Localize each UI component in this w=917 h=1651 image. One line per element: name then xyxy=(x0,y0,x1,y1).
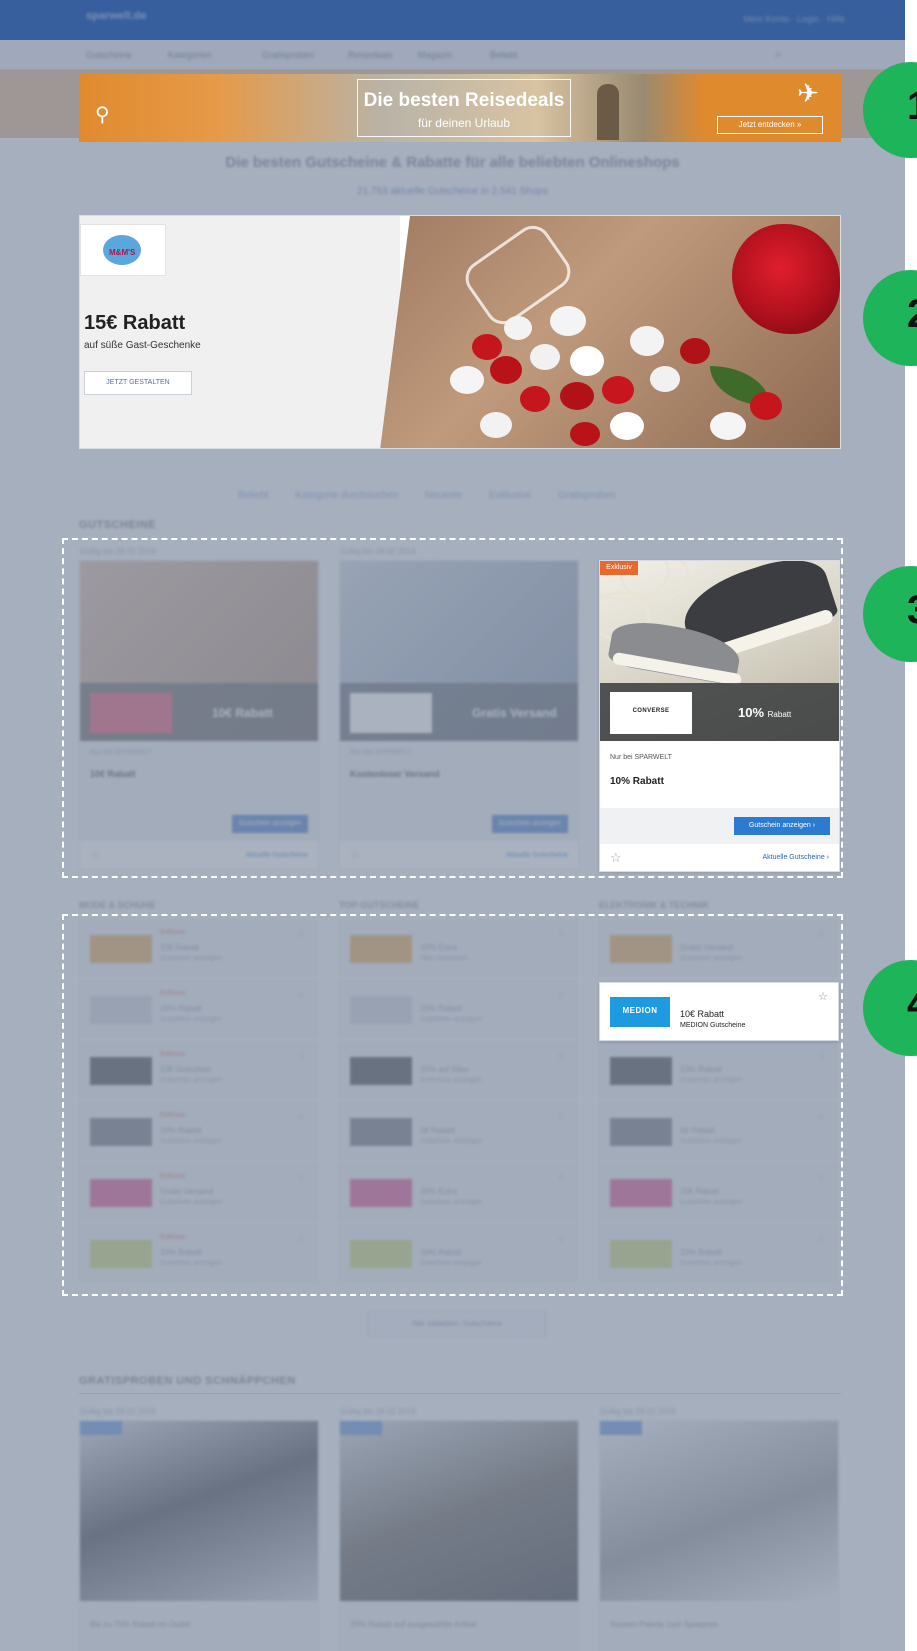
sub-navigation: Gutscheine Kategorien Gratisproben Reise… xyxy=(0,40,905,70)
brand-logo: M&M'S xyxy=(80,224,166,276)
promo-subtitle: auf süße Gast-Geschenke xyxy=(84,340,201,351)
tab-gratisproben[interactable]: Gratisproben xyxy=(558,490,616,501)
candy xyxy=(520,386,550,412)
candy xyxy=(602,376,634,404)
site-header: sparwelt.de Mein Konto · Login · Hilfe xyxy=(0,0,905,40)
candy xyxy=(570,422,600,446)
deal-validity: Gültig bis 28.02.2019 xyxy=(80,1407,156,1416)
subnav-item[interactable]: Magazin xyxy=(418,50,452,60)
column-heading: MODE & SCHUHE xyxy=(79,900,156,910)
marker-number: 2 xyxy=(907,292,917,337)
rose-image xyxy=(732,224,840,334)
brand-logo-text: M&M'S xyxy=(109,248,136,257)
candy xyxy=(560,382,594,410)
subnav-item[interactable]: Reisedeals xyxy=(348,50,393,60)
promo-photo xyxy=(380,216,840,448)
candy xyxy=(472,334,502,360)
travel-deals-banner[interactable]: ⚲ Die besten Reisedeals für deinen Urlau… xyxy=(79,74,841,142)
deal-badge xyxy=(340,1421,382,1435)
page-subtitle[interactable]: 21.753 aktuelle Gutscheine in 2.541 Shop… xyxy=(0,186,905,197)
category-tabs: Beliebt Kategorie durchsuchen Neueste Ex… xyxy=(238,490,640,501)
candy xyxy=(530,344,560,370)
promo-title: 15€ Rabatt xyxy=(84,312,186,334)
promo-banner[interactable]: M&M'S 15€ Rabatt auf süße Gast-Geschenke… xyxy=(79,215,841,449)
subnav-item[interactable]: Gratisproben xyxy=(262,50,314,60)
deal-badge xyxy=(80,1421,122,1435)
deal-image xyxy=(600,1421,838,1601)
traveler-figure xyxy=(597,84,619,140)
subnav-item[interactable]: Gutscheine xyxy=(86,50,132,60)
candy xyxy=(680,338,710,364)
candy xyxy=(610,412,644,440)
candy xyxy=(480,412,512,438)
tab-beliebt[interactable]: Beliebt xyxy=(238,490,269,501)
deals-section-title: GRATISPROBEN UND SCHNÄPPCHEN xyxy=(79,1375,296,1387)
coupons-section-title: GUTSCHEINE xyxy=(79,519,157,531)
candy xyxy=(490,356,522,384)
deal-text: Bis zu 70% Rabatt im Outlet xyxy=(90,1620,191,1629)
airplane-icon: ✈ xyxy=(797,78,819,108)
travel-banner-subtitle: für deinen Urlaub xyxy=(417,116,511,130)
page-title: Die besten Gutscheine & Rabatte für alle… xyxy=(225,154,680,171)
deal-badge xyxy=(600,1421,642,1435)
brand-logo-mark: M&M'S xyxy=(103,235,141,265)
deal-validity: Gültig bis 28.02.2019 xyxy=(600,1407,676,1416)
deal-card[interactable]: Gültig bis 28.02.2019 Bis zu 70% Rabatt … xyxy=(79,1407,319,1651)
page: sparwelt.de Mein Konto · Login · Hilfe G… xyxy=(0,0,905,1651)
candy xyxy=(550,306,586,336)
deal-text: Socken-Pakete zum Sparpreis xyxy=(610,1620,719,1629)
travel-banner-textbox: Die besten Reisedeals für deinen Urlaub xyxy=(357,79,571,137)
tab-neueste[interactable]: Neueste xyxy=(425,490,462,501)
candy xyxy=(450,366,484,394)
subnav-item[interactable]: Beliebt xyxy=(490,50,518,60)
selection-box-coupons xyxy=(62,538,843,878)
deal-validity: Gültig bis 28.02.2019 xyxy=(340,1407,416,1416)
candy xyxy=(504,316,532,340)
marker-number: 1 xyxy=(907,84,917,129)
tab-exklusive[interactable]: Exklusive xyxy=(489,490,531,501)
candy xyxy=(710,412,746,440)
more-coupons-button[interactable]: Alle beliebten Gutscheine xyxy=(368,1311,546,1337)
search-icon[interactable]: ⌕ xyxy=(775,47,795,63)
travel-banner-title: Die besten Reisedeals xyxy=(363,90,565,111)
deal-card[interactable]: Gültig bis 28.02.2019 Socken-Pakete zum … xyxy=(599,1407,839,1651)
deal-card[interactable]: Gültig bis 28.02.2019 20% Rabatt auf aus… xyxy=(339,1407,579,1651)
marker-number: 3 xyxy=(907,588,917,633)
site-logo[interactable]: sparwelt.de xyxy=(86,10,147,22)
tab-kategorie[interactable]: Kategorie durchsuchen xyxy=(295,490,398,501)
map-pin-icon: ⚲ xyxy=(95,104,110,126)
candy xyxy=(570,346,604,376)
header-links[interactable]: Mein Konto · Login · Hilfe xyxy=(743,14,845,24)
candy xyxy=(750,392,782,420)
create-now-button[interactable]: JETZT GESTALTEN xyxy=(84,371,192,395)
marker-number: 4 xyxy=(907,982,917,1027)
selection-box-shops xyxy=(62,914,843,1296)
subnav-item[interactable]: Kategorien xyxy=(168,50,212,60)
column-heading: TOP-GUTSCHEINE xyxy=(339,900,420,910)
column-heading: ELEKTRONIK & TECHNIK xyxy=(599,900,709,910)
deal-image xyxy=(80,1421,318,1601)
candy xyxy=(650,366,680,392)
section-divider xyxy=(79,1393,841,1394)
deal-image xyxy=(340,1421,578,1601)
discover-button[interactable]: Jetzt entdecken » xyxy=(717,116,823,134)
candy xyxy=(630,326,664,356)
deal-text: 20% Rabatt auf ausgewählte Artikel xyxy=(350,1620,477,1629)
